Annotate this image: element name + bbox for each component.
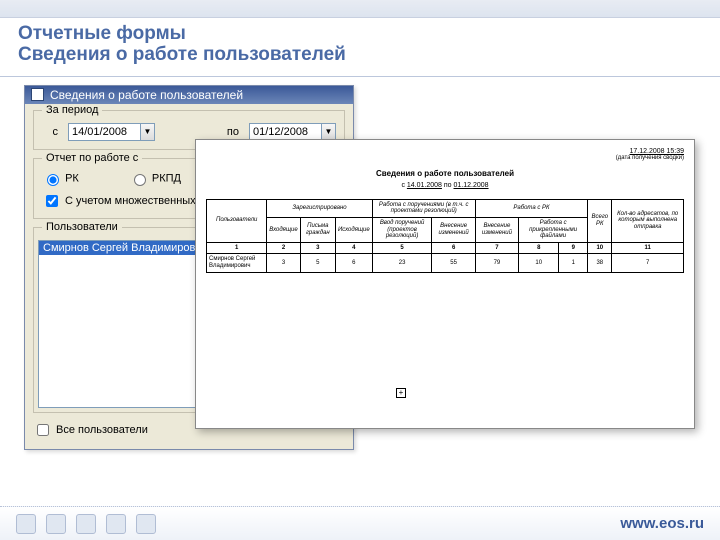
cell-c8: 10 [519,254,559,272]
date-from-wrapper: ▼ [68,123,155,141]
cell-c6: 55 [432,254,475,272]
date-from-dropdown[interactable]: ▼ [140,123,155,141]
users-legend: Пользователи [42,221,122,233]
table-row: Смирнов Сергей Владимирович 3 5 6 23 55 … [207,254,684,272]
cell-c3: 5 [300,254,335,272]
th-assign-input: Ввод поручений (проектов резолюций) [372,217,432,242]
report-table: Пользователи Зарегистрировано Работа с п… [206,199,684,273]
stamp-note: (дата получения сводки) [206,155,684,161]
th-total-rk: Всего РК [588,199,612,242]
cell-c11: 7 [612,254,684,272]
period-legend: За период [42,104,102,116]
footer-icon-1[interactable] [16,514,36,534]
expand-toggle-icon[interactable]: + [396,388,406,398]
cell-c9: 1 [559,254,588,272]
cell-c4: 6 [335,254,372,272]
cell-c7: 79 [475,254,518,272]
footer: www.eos.ru [0,506,720,540]
footer-icons [16,514,156,534]
footer-icon-5[interactable] [136,514,156,534]
radio-rk[interactable] [47,174,59,186]
cell-c2: 3 [267,254,300,272]
dialog-title: Сведения о работе пользователей [50,88,243,102]
report-stamp: 17.12.2008 15:39 (дата получения сводки) [206,148,684,161]
cell-c10: 38 [588,254,612,272]
report-period: с 14.01.2008 по 01.12.2008 [206,182,684,189]
th-reg-outgoing: Исходящие [335,217,372,242]
page-title-line2: Сведения о работе пользователей [18,45,702,66]
th-recipients: Кол-во адресатов, по которым выполнена о… [612,199,684,242]
radio-rk-label[interactable]: РК [42,171,79,186]
page-title-line1: Отчетные формы [18,24,702,45]
th-registered: Зарегистрировано [267,199,372,217]
stamp-datetime: 17.12.2008 15:39 [206,148,684,155]
th-assign-edit: Внесение изменений [432,217,475,242]
date-from-input[interactable] [68,123,140,141]
multi-check[interactable] [46,195,58,207]
th-assignments: Работа с поручениями (в т.ч. с проектами… [372,199,475,217]
all-users-text: Все пользователи [56,424,148,436]
footer-icon-4[interactable] [106,514,126,534]
dialog-titlebar[interactable]: Сведения о работе пользователей [25,86,353,104]
report-page: 17.12.2008 15:39 (дата получения сводки)… [195,139,695,429]
report-period-from: 14.01.2008 [407,182,442,189]
cell-c5: 23 [372,254,432,272]
top-bar [0,0,720,18]
footer-icon-3[interactable] [76,514,96,534]
footer-url: www.eos.ru [620,515,704,532]
table-num-row: 1234567891011 [207,242,684,254]
footer-icon-2[interactable] [46,514,66,534]
th-files: Работа с прикрепленными файлами [519,217,588,242]
radio-rkpd[interactable] [134,174,146,186]
page-title: Отчетные формы Сведения о работе пользов… [0,18,720,77]
stage: Сведения о работе пользователей За перио… [0,77,720,507]
radio-rk-text: РК [65,172,79,184]
radio-rkpd-label[interactable]: РКПД [129,171,181,186]
cell-user: Смирнов Сергей Владимирович [207,254,267,272]
report-legend: Отчет по работе с [42,152,142,164]
th-rk-work: Работа с РК [475,199,587,217]
th-users: Пользователи [207,199,267,242]
from-label: с [42,126,58,138]
report-title: Сведения о работе пользователей [206,169,684,178]
all-users-check[interactable] [37,424,49,436]
th-rk-edit: Внесение изменений [475,217,518,242]
radio-rkpd-text: РКПД [152,172,181,184]
app-icon [31,88,44,101]
th-reg-citizens: Письма граждан [300,217,335,242]
th-reg-incoming: Входящие [267,217,300,242]
report-period-to: 01.12.2008 [454,182,489,189]
to-label: по [223,126,239,138]
